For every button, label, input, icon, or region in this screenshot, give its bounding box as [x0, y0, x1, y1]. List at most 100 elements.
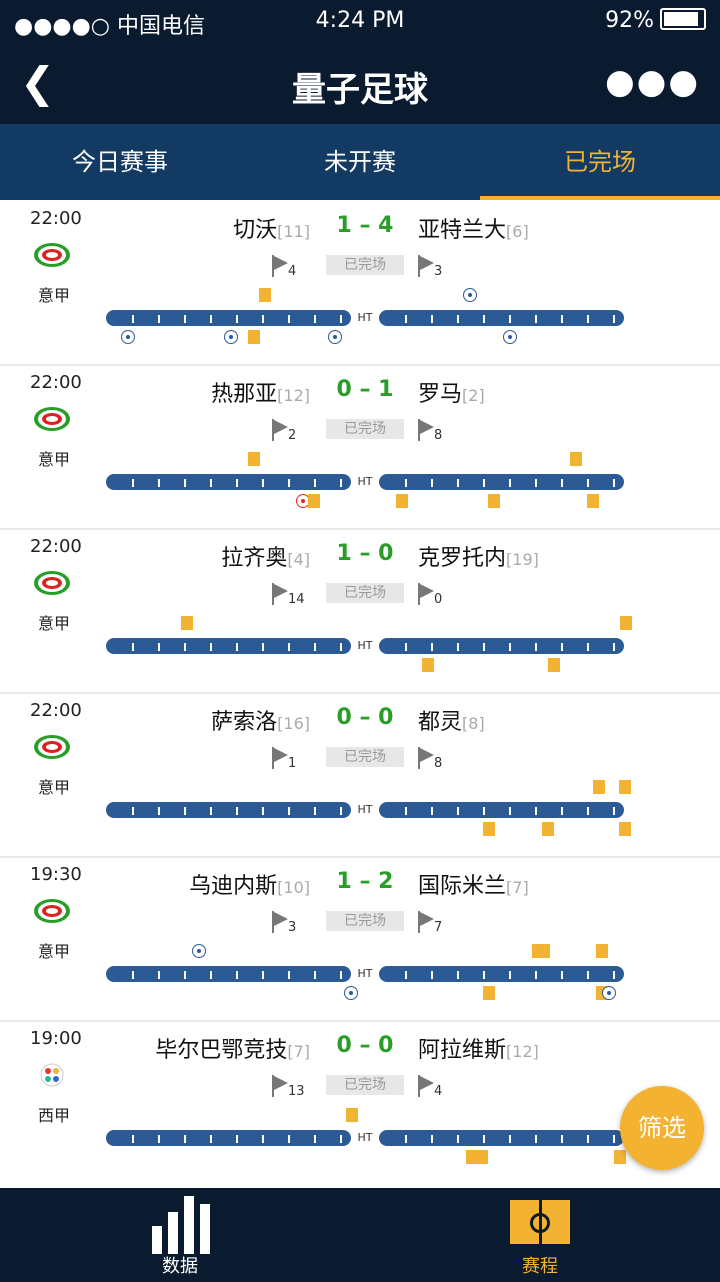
yellow-card-icon	[548, 658, 560, 672]
corner-flag-icon	[418, 583, 434, 605]
corner-flag-icon	[418, 1075, 434, 1097]
goal-ball-icon	[602, 986, 616, 1000]
goal-ball-icon	[192, 944, 206, 958]
yellow-card-icon	[248, 330, 260, 344]
status-badge: 已完场	[326, 419, 404, 439]
nav-bar: ❮ 量子足球 ●●●	[0, 40, 720, 124]
match-time: 22:00	[30, 700, 82, 721]
serie-a-logo-icon	[34, 407, 70, 431]
goal-ball-icon	[344, 986, 358, 1000]
halftime-label: HT	[357, 475, 373, 488]
league-name: 意甲	[38, 942, 71, 961]
home-rank: [7]	[287, 1042, 310, 1061]
away-rank: [7]	[506, 878, 529, 897]
home-rank: [10]	[277, 878, 310, 897]
match-time: 19:30	[30, 864, 82, 885]
away-team: 罗马[2]	[418, 382, 485, 407]
yellow-card-icon	[181, 616, 193, 630]
match-row[interactable]: 19:00 西甲 毕尔巴鄂竞技[7] 0 – 0 阿拉维斯[12] 13 已完场 4 HT	[0, 1020, 720, 1180]
goal-ball-icon	[503, 330, 517, 344]
away-team: 都灵[8]	[418, 710, 485, 735]
corner-flag-icon	[418, 255, 434, 277]
match-row[interactable]: 22:00 意甲 切沃[11] 1 – 4 亚特兰大[6] 4 已完场 3 HT	[0, 200, 720, 366]
away-corners: 4	[418, 1075, 442, 1099]
bottom-nav-data[interactable]: 数据	[100, 1188, 260, 1282]
score: 1 – 2	[336, 869, 394, 894]
corner-flag-icon	[418, 911, 434, 933]
goal-ball-icon	[463, 288, 477, 302]
yellow-card-icon	[587, 494, 599, 508]
away-team: 克罗托内[19]	[418, 546, 539, 571]
away-team: 阿拉维斯[12]	[418, 1038, 539, 1063]
bottom-nav-schedule[interactable]: 赛程	[460, 1188, 620, 1282]
corner-flag-icon	[272, 747, 288, 769]
more-icon[interactable]: ●●●	[605, 62, 700, 102]
home-corners: 1	[272, 747, 296, 771]
away-rank: [19]	[506, 550, 539, 569]
yellow-card-icon	[619, 780, 631, 794]
tab-finished[interactable]: 已完场	[480, 124, 720, 200]
yellow-card-icon	[488, 494, 500, 508]
corner-flag-icon	[272, 1075, 288, 1097]
home-team: 热那亚[12]	[211, 382, 310, 407]
score: 1 – 4	[336, 213, 394, 238]
home-team: 乌迪内斯[10]	[189, 874, 310, 899]
home-corners: 3	[272, 911, 296, 935]
league-name: 意甲	[38, 450, 71, 469]
corner-flag-icon	[418, 419, 434, 441]
serie-a-logo-icon	[34, 735, 70, 759]
yellow-card-icon	[259, 288, 271, 302]
match-timeline: HT	[106, 944, 624, 1000]
corner-flag-icon	[272, 911, 288, 933]
match-row[interactable]: 22:00 意甲 拉齐奥[4] 1 – 0 克罗托内[19] 14 已完场 0 HT	[0, 528, 720, 694]
filter-button[interactable]: 筛选	[620, 1086, 704, 1170]
laliga-logo-icon	[40, 1063, 64, 1087]
tab-today[interactable]: 今日赛事	[0, 124, 240, 200]
score: 0 – 0	[336, 1033, 394, 1058]
battery-status: 92%	[605, 8, 706, 33]
bottom-nav: 数据 赛程	[0, 1188, 720, 1282]
bottom-nav-data-label: 数据	[162, 1256, 198, 1277]
score: 0 – 1	[336, 377, 394, 402]
yellow-card-icon	[570, 452, 582, 466]
corner-flag-icon	[272, 583, 288, 605]
yellow-card-icon	[619, 822, 631, 836]
corner-flag-icon	[272, 419, 288, 441]
match-time: 22:00	[30, 372, 82, 393]
match-row[interactable]: 22:00 意甲 萨索洛[16] 0 – 0 都灵[8] 1 已完场 8 HT	[0, 692, 720, 858]
score: 0 – 0	[336, 705, 394, 730]
home-rank: [16]	[277, 714, 310, 733]
goal-ball-icon	[121, 330, 135, 344]
home-rank: [11]	[277, 222, 310, 241]
score: 1 – 0	[336, 541, 394, 566]
goal-ball-icon	[328, 330, 342, 344]
match-time: 19:00	[30, 1028, 82, 1049]
status-badge: 已完场	[326, 911, 404, 931]
bottom-nav-schedule-label: 赛程	[522, 1256, 558, 1277]
league-name: 意甲	[38, 286, 71, 305]
away-corners: 3	[418, 255, 442, 279]
away-corners: 8	[418, 747, 442, 771]
status-badge: 已完场	[326, 747, 404, 767]
halftime-label: HT	[357, 639, 373, 652]
home-team: 萨索洛[16]	[211, 710, 310, 735]
yellow-card-icon	[483, 822, 495, 836]
halftime-label: HT	[357, 967, 373, 980]
match-row[interactable]: 19:30 意甲 乌迪内斯[10] 1 – 2 国际米兰[7] 3 已完场 7 HT	[0, 856, 720, 1022]
home-team: 拉齐奥[4]	[221, 546, 310, 571]
corner-flag-icon	[418, 747, 434, 769]
yellow-card-icon	[396, 494, 408, 508]
status-badge: 已完场	[326, 255, 404, 275]
match-timeline: HT	[106, 452, 624, 508]
serie-a-logo-icon	[34, 899, 70, 923]
tab-upcoming[interactable]: 未开赛	[240, 124, 480, 200]
match-time: 22:00	[30, 208, 82, 229]
away-team: 亚特兰大[6]	[418, 218, 529, 243]
league-name: 意甲	[38, 778, 71, 797]
match-row[interactable]: 22:00 意甲 热那亚[12] 0 – 1 罗马[2] 2 已完场 8 HT	[0, 364, 720, 530]
yellow-card-icon	[483, 986, 495, 1000]
league-name: 意甲	[38, 614, 71, 633]
yellow-card-icon	[620, 616, 632, 630]
yellow-card-icon	[614, 1150, 626, 1164]
away-corners: 8	[418, 419, 442, 443]
